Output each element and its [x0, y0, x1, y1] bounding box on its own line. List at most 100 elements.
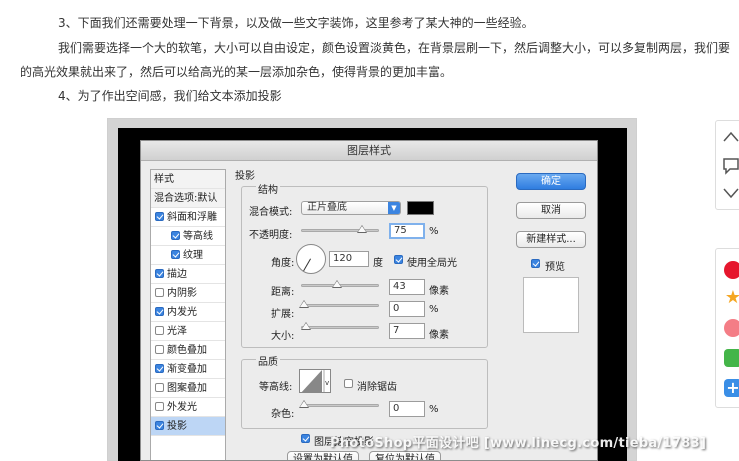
- sidebar-item-0[interactable]: 斜面和浮雕: [151, 208, 225, 227]
- sidebar-item-11[interactable]: 投影: [151, 417, 225, 436]
- new-style-button[interactable]: 新建样式...: [516, 231, 586, 248]
- sidebar-item-4[interactable]: 内阴影: [151, 284, 225, 303]
- opacity-unit: %: [429, 226, 439, 237]
- sidebar-item-checkbox[interactable]: [155, 421, 164, 430]
- reset-default-button[interactable]: 复位为默认值: [369, 451, 441, 460]
- antialias-checkbox[interactable]: [344, 379, 353, 388]
- global-light-checkbox[interactable]: [394, 255, 403, 264]
- feedback-icon: [723, 158, 739, 175]
- sidebar-item-checkbox[interactable]: [155, 326, 164, 335]
- paragraph-brush-line2: 的高光效果就出来了，然后可以给高光的某一层添加杂色，使得背景的更加丰富。: [20, 65, 453, 79]
- blend-mode-select[interactable]: 正片叠底 ▼: [301, 201, 401, 215]
- contour-preview[interactable]: v: [299, 369, 331, 393]
- spread-unit: %: [429, 304, 439, 315]
- sidebar-item-blend-options[interactable]: 混合选项:默认: [151, 189, 225, 208]
- preview-label: 预览: [545, 262, 565, 273]
- styles-sidebar: 样式 混合选项:默认 斜面和浮雕 等高线 纹理 描边 内阴影 内发光 光泽 颜色叠加 渐变叠加图…: [150, 169, 226, 460]
- sidebar-item-5[interactable]: 内发光: [151, 303, 225, 322]
- size-input[interactable]: 7: [389, 323, 425, 339]
- sidebar-item-10[interactable]: 外发光: [151, 398, 225, 417]
- sidebar-item-label: 外发光: [167, 402, 197, 413]
- opacity-label: 不透明度:: [249, 230, 293, 241]
- structure-title: 结构: [256, 181, 280, 196]
- sidebar-item-checkbox[interactable]: [155, 402, 164, 411]
- sidebar-item-label: 描边: [167, 269, 187, 280]
- sidebar-item-checkbox[interactable]: [155, 288, 164, 297]
- noise-unit: %: [429, 404, 439, 415]
- angle-input[interactable]: 120: [329, 251, 369, 267]
- sidebar-item-6[interactable]: 光泽: [151, 322, 225, 341]
- sidebar-item-checkbox[interactable]: [155, 269, 164, 278]
- angle-dial[interactable]: [296, 244, 326, 274]
- scroll-up-icon: [723, 131, 739, 142]
- sidebar-item-checkbox[interactable]: [171, 231, 180, 240]
- dialog-title: 图层样式: [141, 141, 597, 161]
- sidebar-item-checkbox[interactable]: [155, 383, 164, 392]
- tencent-share-icon[interactable]: [724, 319, 739, 337]
- set-default-button[interactable]: 设置为默认值: [287, 451, 359, 460]
- sidebar-item-1[interactable]: 等高线: [151, 227, 225, 246]
- sidebar-item-label: 斜面和浮雕: [167, 212, 217, 223]
- spread-slider[interactable]: [299, 300, 379, 308]
- sidebar-item-label: 渐变叠加: [167, 364, 207, 375]
- page-nav-widget: [715, 120, 739, 210]
- more-share-icon[interactable]: +: [724, 379, 739, 397]
- global-light-label: 使用全局光: [407, 258, 457, 269]
- shadow-color-swatch[interactable]: [407, 201, 434, 215]
- weibo-share-icon[interactable]: [724, 261, 739, 279]
- sidebar-item-label: 纹理: [183, 250, 203, 261]
- svg-text:v: v: [325, 379, 329, 387]
- knockout-checkbox[interactable]: [301, 434, 310, 443]
- paragraph-step4: 4、为了作出空间感，我们给文本添加投影: [58, 89, 282, 103]
- paragraph-brush-line1: 我们需要选择一个大的软笔，大小可以自由设定，颜色设置淡黄色，在背景层刷一下，然后…: [58, 41, 731, 55]
- opacity-input[interactable]: 75: [389, 223, 425, 239]
- sidebar-item-3[interactable]: 描边: [151, 265, 225, 284]
- spread-label: 扩展:: [271, 309, 295, 320]
- opacity-slider-thumb[interactable]: [357, 225, 367, 233]
- layer-style-dialog: 图层样式 样式 混合选项:默认 斜面和浮雕 等高线 纹理 描边 内阴影 内发光 光泽 颜色叠加…: [140, 140, 598, 461]
- qzone-share-icon[interactable]: ★: [724, 289, 739, 307]
- watermark: PhotoShop平面设计吧 [www.linecg.com/tieba/178…: [330, 436, 707, 451]
- noise-slider-thumb[interactable]: [299, 400, 309, 408]
- antialias-label: 消除锯齿: [357, 382, 397, 393]
- paragraph-step3: 3、下面我们还需要处理一下背景，以及做一些文字装饰，这里参考了某大神的一些经验。: [58, 16, 534, 30]
- distance-slider-thumb[interactable]: [332, 280, 342, 288]
- degree-unit: 度: [373, 258, 383, 269]
- sidebar-item-checkbox[interactable]: [171, 250, 180, 259]
- sidebar-item-label: 颜色叠加: [167, 345, 207, 356]
- size-slider-thumb[interactable]: [301, 322, 311, 330]
- cancel-button[interactable]: 取消: [516, 202, 586, 219]
- noise-label: 杂色:: [271, 409, 295, 420]
- scroll-down-icon: [723, 188, 739, 199]
- distance-slider[interactable]: [301, 280, 379, 288]
- noise-input[interactable]: 0: [389, 401, 425, 417]
- preview-checkbox[interactable]: [531, 259, 540, 268]
- chevron-down-icon: ▼: [388, 202, 400, 214]
- distance-input[interactable]: 43: [389, 279, 425, 295]
- ok-button[interactable]: 确定: [516, 173, 586, 190]
- blend-mode-value: 正片叠底: [307, 202, 347, 213]
- spread-input[interactable]: 0: [389, 301, 425, 317]
- sidebar-item-2[interactable]: 纹理: [151, 246, 225, 265]
- sidebar-item-checkbox[interactable]: [155, 307, 164, 316]
- blend-mode-label: 混合模式:: [249, 207, 293, 218]
- sidebar-item-7[interactable]: 颜色叠加: [151, 341, 225, 360]
- sidebar-item-checkbox[interactable]: [155, 212, 164, 221]
- sidebar-item-checkbox[interactable]: [155, 345, 164, 354]
- quality-title: 品质: [256, 353, 280, 368]
- distance-label: 距离:: [271, 287, 295, 298]
- sidebar-item-checkbox[interactable]: [155, 364, 164, 373]
- sidebar-item-label: 等高线: [183, 231, 213, 242]
- size-slider[interactable]: [301, 322, 379, 330]
- noise-slider[interactable]: [299, 400, 379, 408]
- wechat-share-icon[interactable]: [724, 349, 739, 367]
- opacity-slider[interactable]: [301, 225, 379, 233]
- distance-unit: 像素: [429, 286, 449, 297]
- spread-slider-thumb[interactable]: [299, 300, 309, 308]
- size-label: 大小:: [271, 331, 295, 342]
- sidebar-item-8[interactable]: 渐变叠加: [151, 360, 225, 379]
- style-preview-swatch: [523, 277, 579, 333]
- sidebar-item-9[interactable]: 图案叠加: [151, 379, 225, 398]
- section-title: 投影: [235, 171, 255, 182]
- sidebar-item-label: 光泽: [167, 326, 187, 337]
